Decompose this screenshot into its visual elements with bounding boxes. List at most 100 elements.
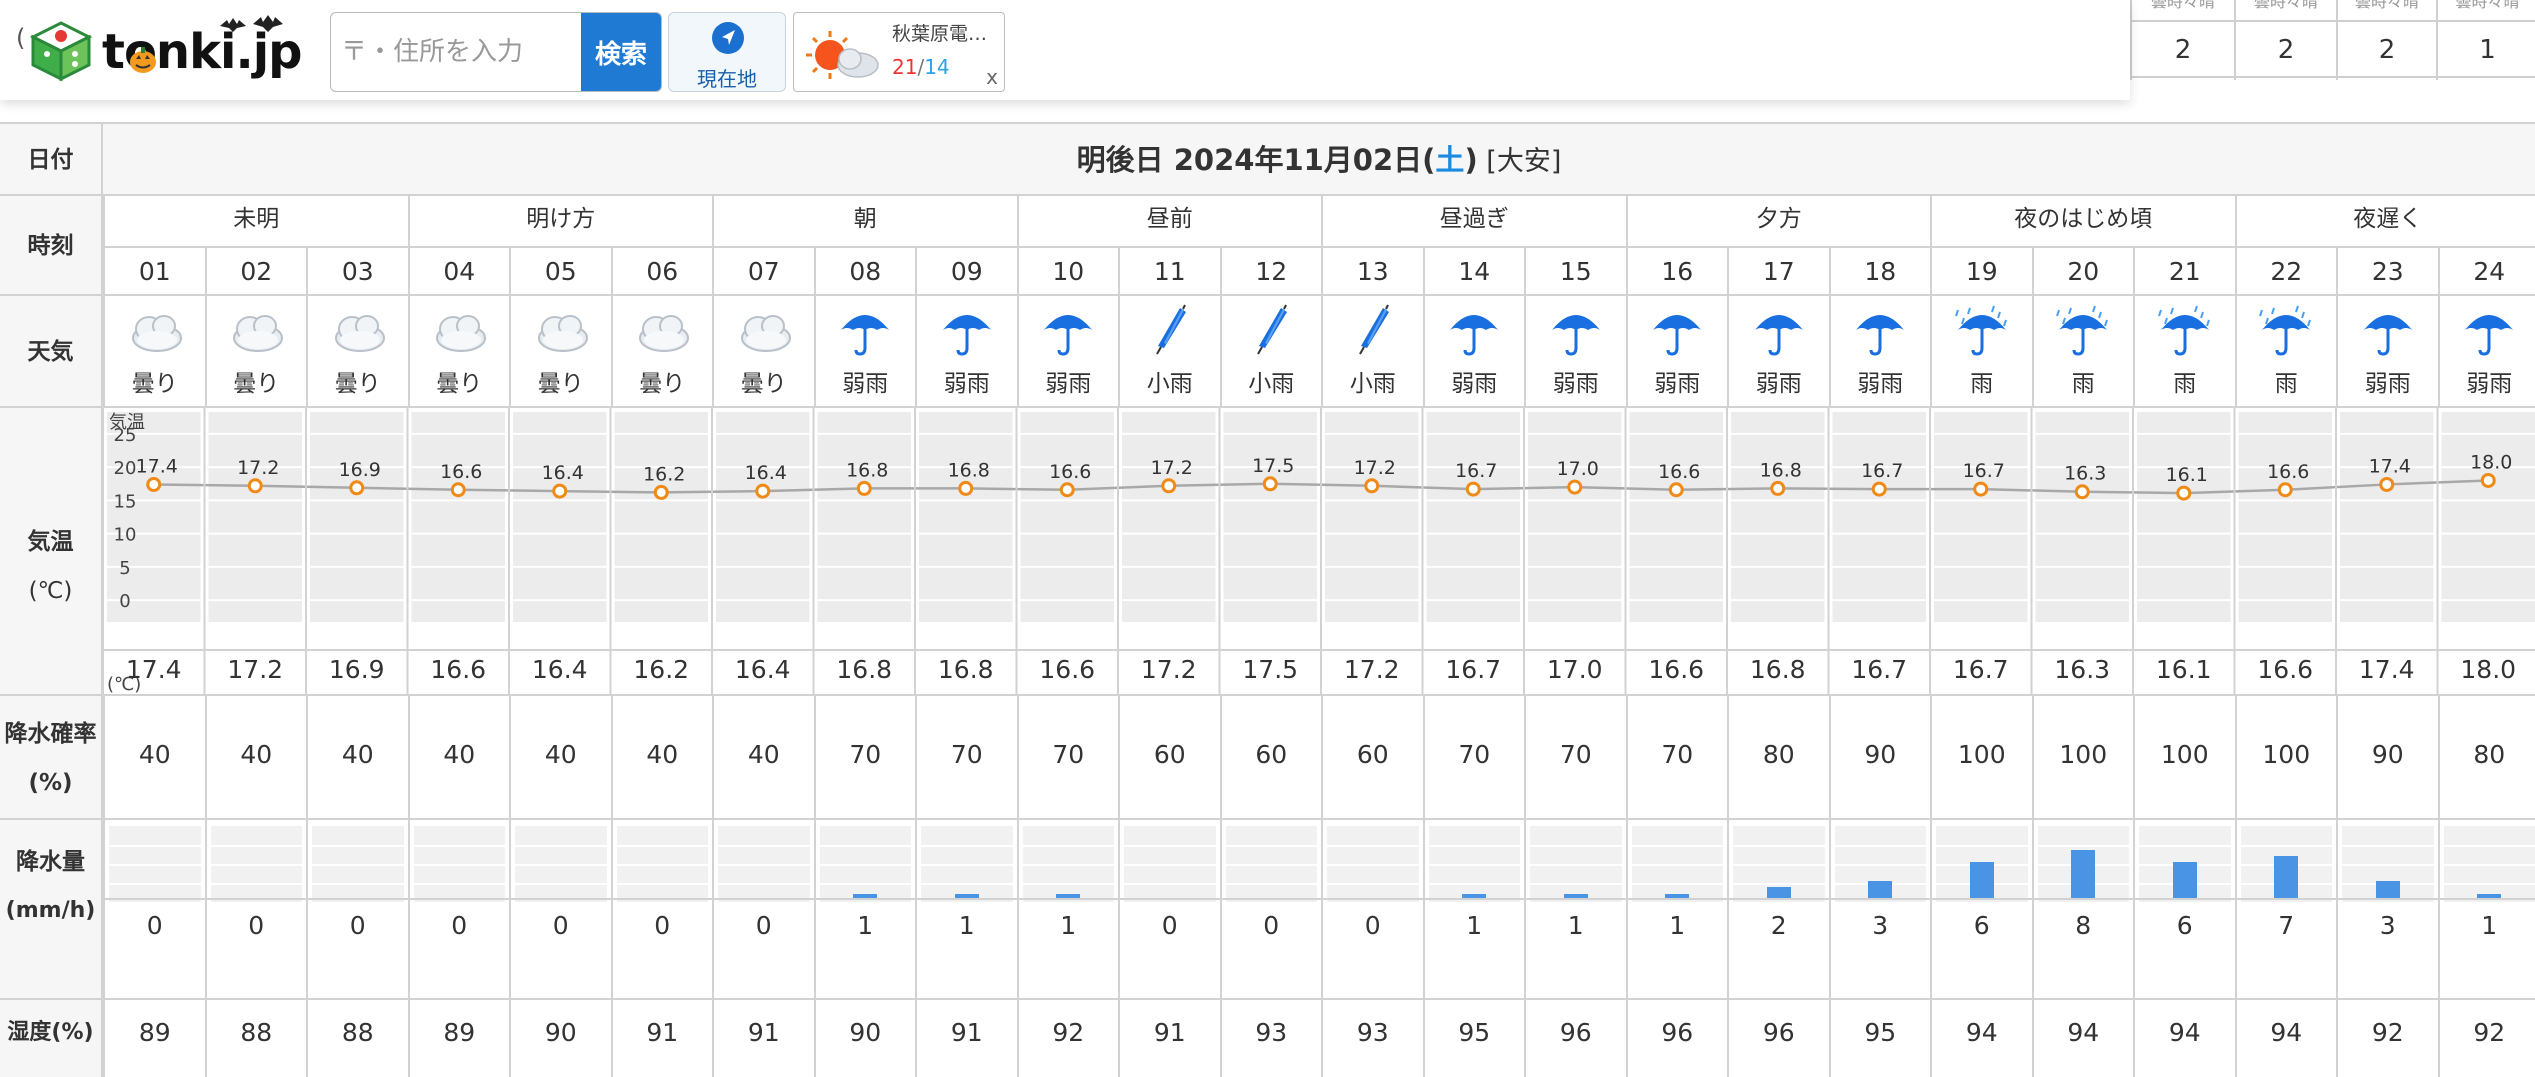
precip-amount-value: 0 xyxy=(1221,898,1321,950)
mini-high-temp: 21 xyxy=(892,55,918,79)
temperature-point-label: 18.0 xyxy=(2470,451,2512,473)
weather-cell: 曇り xyxy=(610,296,713,406)
precip-gridline xyxy=(1124,864,1216,866)
precip-prob-cell: 70 xyxy=(813,696,916,818)
precip-bar-area xyxy=(515,826,607,902)
search-button[interactable]: 検索 xyxy=(581,13,661,91)
temperature-value: 17.4 xyxy=(126,655,182,684)
precip-bar-area xyxy=(1530,826,1622,902)
temp-cell-bg xyxy=(1629,412,1723,622)
humidity-cell: 93 xyxy=(1219,1000,1322,1077)
precip-amount-cell: 0 xyxy=(1321,820,1423,998)
temperature-value: 17.2 xyxy=(1344,655,1400,684)
hour-cell: 14 xyxy=(1422,246,1524,296)
precip-bar-area xyxy=(2240,826,2332,902)
precip-gridline xyxy=(109,845,201,847)
weather-text: 雨 xyxy=(2173,371,2197,397)
weather-text: 曇り xyxy=(233,371,280,397)
temp-cell-bg xyxy=(208,412,302,622)
precip-amount-value: 3 xyxy=(1830,898,1930,950)
weather-text: 曇り xyxy=(334,371,381,397)
precip-gridline xyxy=(1733,864,1825,866)
temperature-point-label: 17.0 xyxy=(1557,458,1599,480)
precip-prob-row: 降水確率 (%) 40 40 40 40 40 40 40 70 70 70 60 60 60 70 70 7… xyxy=(0,694,2535,818)
temp-cell-bg xyxy=(1528,412,1622,622)
weather-text: 曇り xyxy=(436,371,483,397)
precip-gridline xyxy=(210,864,302,866)
precip-amount-value: 6 xyxy=(2135,898,2235,950)
daily-column-header: 曇時々晴 xyxy=(2132,0,2234,22)
temperature-point-label: 16.7 xyxy=(1455,460,1497,482)
temperature-value: 16.7 xyxy=(1851,655,1907,684)
temp-cell-bg xyxy=(513,412,607,622)
precip-gridline xyxy=(210,845,302,847)
temperature-point-label: 16.7 xyxy=(1861,460,1903,482)
humidity-cell: 89 xyxy=(407,1000,510,1077)
weather-cell: 曇り xyxy=(204,296,307,406)
precip-amount-value: 1 xyxy=(815,898,915,950)
cloud-icon xyxy=(233,315,284,352)
temperature-value: 17.2 xyxy=(1141,655,1197,684)
hour-cell: 19 xyxy=(1930,246,2032,296)
humidity-cell: 91 xyxy=(915,1000,1017,1077)
precip-prob-cell: 80 xyxy=(2437,696,2535,818)
precip-amount-cell: 2 xyxy=(1727,820,1829,998)
humidity-cell: 88 xyxy=(204,1000,307,1077)
daily-column: 曇時々晴 2 xyxy=(2336,0,2436,80)
precip-gridline xyxy=(2139,845,2231,847)
hour-cell: 03 xyxy=(306,246,408,296)
precip-prob-label: 降水確率 (%) xyxy=(0,696,103,818)
temperature-value: 16.6 xyxy=(1039,655,1095,684)
precip-prob-cell: 100 xyxy=(2031,696,2134,818)
precip-amount-value: 3 xyxy=(2338,898,2438,950)
temperature-point-label: 17.2 xyxy=(1151,457,1193,479)
precip-amount-value: 1 xyxy=(917,898,1017,950)
temperature-value: 16.6 xyxy=(2257,655,2313,684)
temperature-point xyxy=(2480,472,2496,488)
rain-umbrella-icon xyxy=(2259,305,2312,356)
precip-gridline xyxy=(1428,883,1520,885)
precip-gridline xyxy=(616,883,708,885)
temp-cell-bg xyxy=(1020,412,1114,622)
precip-gridline xyxy=(819,864,911,866)
precip-gridline xyxy=(2240,845,2332,847)
y-tick-label: 5 xyxy=(119,558,130,579)
humidity-cell: 96 xyxy=(1524,1000,1626,1077)
humidity-cell: 90 xyxy=(813,1000,916,1077)
precip-amount-cell: 0 xyxy=(204,820,306,998)
temperature-point-label: 16.4 xyxy=(542,462,584,484)
mini-forecast-widget[interactable]: 秋葉原電… 21/14 x xyxy=(793,12,1005,92)
current-location-label: 現在地 xyxy=(697,67,757,91)
umbrella-icon xyxy=(841,315,890,356)
temperature-point xyxy=(1465,481,1481,497)
precip-amount-value: 1 xyxy=(1424,898,1524,950)
hour-cell: 02 xyxy=(204,246,306,296)
site-logo[interactable]: tonki.jp xyxy=(30,14,303,86)
humidity-cell: 91 xyxy=(1118,1000,1220,1077)
weather-text: 曇り xyxy=(537,371,584,397)
current-location-button[interactable]: 現在地 xyxy=(668,12,786,92)
address-search-input[interactable] xyxy=(331,13,581,91)
weather-text: 弱雨 xyxy=(2466,371,2513,397)
mini-close-button[interactable]: x xyxy=(986,65,998,89)
precip-gridline xyxy=(2443,845,2535,847)
humidity-cell: 96 xyxy=(1727,1000,1829,1077)
date-heading: 明後日 2024年11月02日(土) [大安] xyxy=(103,124,2535,194)
precip-gridline xyxy=(921,845,1013,847)
rain-umbrella-icon xyxy=(2157,305,2210,356)
weather-cell: 曇り xyxy=(509,296,611,406)
temperature-point-label: 16.6 xyxy=(1658,461,1700,483)
temperature-point-label: 16.8 xyxy=(948,459,990,481)
weather-cell: 小雨 xyxy=(1219,296,1322,406)
temp-cell-bg xyxy=(1934,412,2028,622)
precip-gridline xyxy=(109,883,201,885)
humidity-cell: 94 xyxy=(2133,1000,2235,1077)
precip-amount-value: 0 xyxy=(511,898,611,950)
temperature-value: 16.8 xyxy=(1750,655,1806,684)
rain-umbrella-icon xyxy=(2056,305,2109,356)
precip-gridline xyxy=(921,864,1013,866)
hour-cell: 10 xyxy=(1016,246,1118,296)
weather-text: 弱雨 xyxy=(1045,371,1092,397)
precip-gridline xyxy=(1022,845,1114,847)
weather-text: 曇り xyxy=(131,371,178,397)
